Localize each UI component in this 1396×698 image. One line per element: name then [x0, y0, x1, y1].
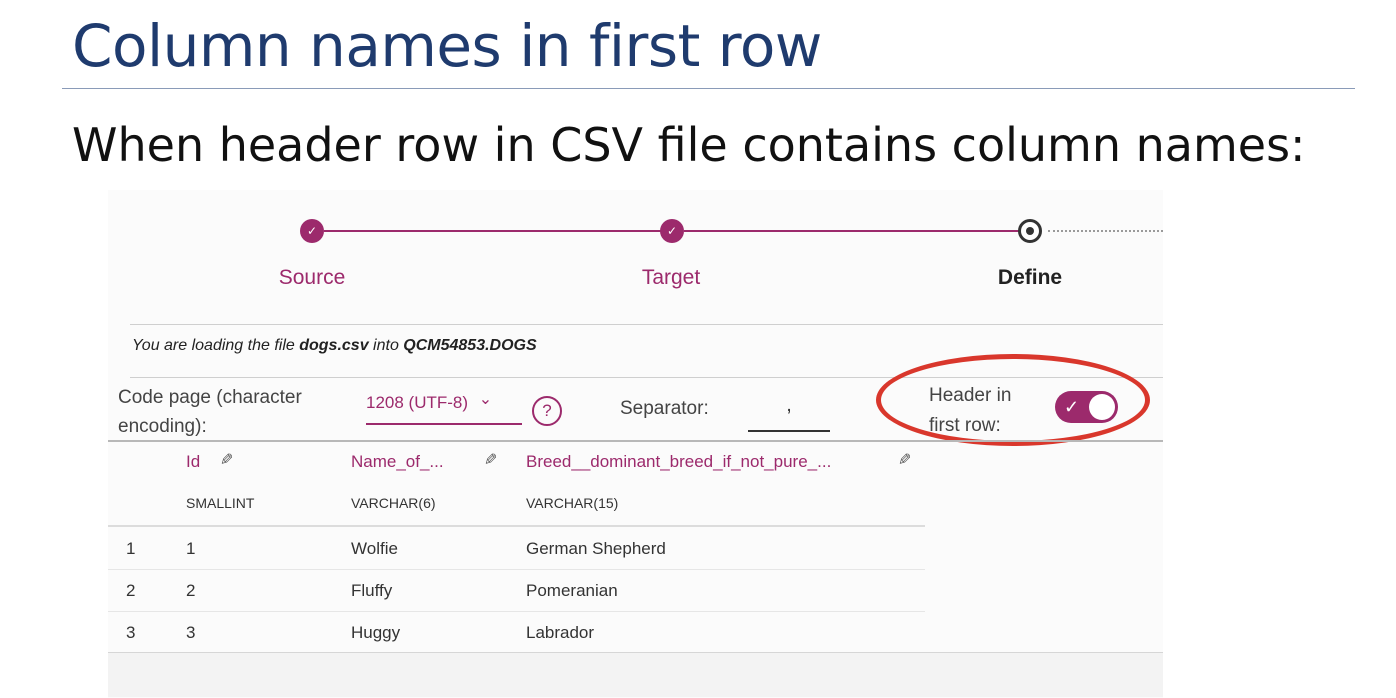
step-define-current-icon	[1018, 219, 1042, 243]
step-label-source[interactable]: Source	[279, 266, 346, 290]
divider	[130, 324, 1163, 325]
cell-id: 1	[186, 539, 196, 558]
highlight-ring	[876, 354, 1150, 446]
code-page-value: 1208 (UTF-8)	[366, 393, 469, 412]
stepper-line-2	[684, 230, 1024, 232]
table-row: 3 3 Huggy Labrador	[108, 612, 1163, 653]
cell-breed: Pomeranian	[526, 581, 618, 600]
help-icon[interactable]: ?	[532, 396, 562, 426]
separator-label: Separator:	[620, 398, 709, 419]
load-message: You are loading the file dogs.csv into Q…	[132, 337, 537, 355]
edit-pencil-icon[interactable]: ✎	[898, 450, 911, 470]
table-row: 2 2 Fluffy Pomeranian	[108, 570, 1163, 611]
divider	[108, 440, 1163, 442]
row-number: 3	[126, 623, 136, 642]
column-header-breed[interactable]: Breed__dominant_breed_if_not_pure_...	[526, 452, 831, 472]
slide-subtitle: When header row in CSV file contains col…	[72, 118, 1306, 172]
cell-id: 2	[186, 581, 196, 600]
table-footer	[108, 653, 1163, 697]
cell-name: Huggy	[351, 623, 401, 642]
column-type-id: SMALLINT	[186, 495, 255, 511]
step-source-check-icon[interactable]: ✓	[300, 219, 324, 243]
stepper-line-1	[324, 230, 664, 232]
cell-breed: Labrador	[526, 623, 595, 642]
step-label-target[interactable]: Target	[642, 266, 700, 290]
column-type-name: VARCHAR(6)	[351, 495, 436, 511]
row-number: 1	[126, 539, 136, 558]
cell-breed: German Shepherd	[526, 539, 666, 558]
code-page-select[interactable]: 1208 (UTF-8) ⌄	[366, 391, 522, 425]
cell-name: Fluffy	[351, 581, 393, 600]
column-type-breed: VARCHAR(15)	[526, 495, 619, 511]
step-target-check-icon[interactable]: ✓	[660, 219, 684, 243]
separator-input[interactable]: ,	[748, 390, 830, 432]
load-message-middle: into	[368, 337, 404, 354]
load-target-table: QCM54853.DOGS	[403, 337, 537, 354]
load-message-prefix: You are loading the file	[132, 337, 300, 354]
row-number: 2	[126, 581, 136, 600]
step-label-define: Define	[997, 266, 1063, 289]
chevron-down-icon: ⌄	[478, 391, 493, 408]
stepper-line-pending	[1048, 230, 1163, 232]
column-header-id[interactable]: Id	[186, 452, 200, 472]
table-row: 1 1 Wolfie German Shepherd	[108, 528, 1163, 569]
load-data-panel: ✓ ✓ Source Target Define You are loading…	[108, 190, 1163, 698]
slide-title: Column names in first row	[72, 12, 822, 80]
load-file-name: dogs.csv	[299, 337, 369, 354]
title-divider	[62, 88, 1355, 89]
code-page-label: Code page (character encoding):	[118, 387, 302, 437]
edit-pencil-icon[interactable]: ✎	[220, 450, 233, 470]
column-header-name[interactable]: Name_of_...	[351, 452, 444, 472]
cell-id: 3	[186, 623, 196, 642]
edit-pencil-icon[interactable]: ✎	[484, 450, 497, 470]
divider	[108, 525, 925, 527]
cell-name: Wolfie	[351, 539, 398, 558]
